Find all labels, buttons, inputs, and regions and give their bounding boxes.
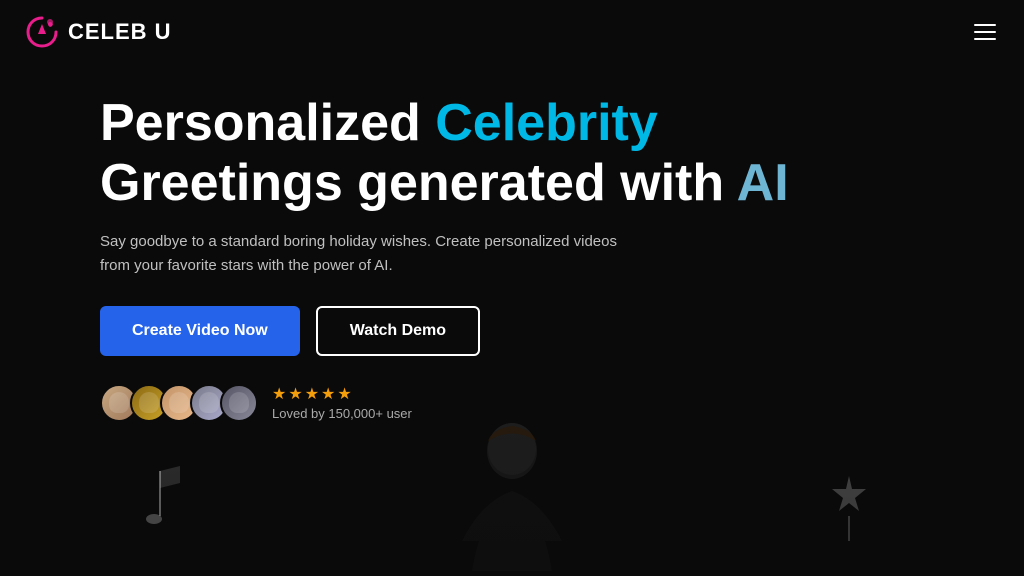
right-deco-icon	[824, 471, 874, 541]
headline-ai: AI	[737, 154, 789, 212]
avatar-5	[220, 384, 258, 422]
headline-text-1: Personalized	[100, 94, 435, 152]
bottom-decoration	[0, 416, 1024, 576]
headline-celebrity: Celebrity	[435, 94, 658, 152]
left-decoration	[130, 461, 190, 546]
logo-text: CELEB U	[68, 19, 172, 45]
hamburger-menu-button[interactable]	[970, 20, 1000, 44]
hero-headline: Personalized Celebrity Greetings generat…	[100, 94, 1024, 214]
star-5: ★	[337, 384, 351, 404]
user-avatars	[100, 384, 258, 422]
headline-line-2: Greetings generated with AI	[100, 154, 1024, 214]
watch-demo-button[interactable]: Watch Demo	[316, 306, 480, 356]
menu-line-2	[974, 31, 996, 33]
celebrity-silhouette	[402, 421, 622, 576]
person-svg	[402, 421, 622, 571]
left-deco-icon	[130, 461, 190, 541]
right-decoration	[824, 471, 874, 546]
social-proof: ★ ★ ★ ★ ★ Loved by 150,000+ user	[100, 384, 1024, 422]
star-4: ★	[321, 384, 335, 404]
menu-line-3	[974, 38, 996, 40]
menu-line-1	[974, 24, 996, 26]
logo-area[interactable]: CELEB U	[24, 14, 172, 50]
social-text: ★ ★ ★ ★ ★ Loved by 150,000+ user	[272, 384, 412, 421]
star-3: ★	[305, 384, 319, 404]
headline-line-1: Personalized Celebrity	[100, 94, 1024, 154]
button-row: Create Video Now Watch Demo	[100, 306, 1024, 356]
star-2: ★	[288, 384, 302, 404]
header: CELEB U	[0, 0, 1024, 64]
star-1: ★	[272, 384, 286, 404]
headline-text-2: Greetings generated with	[100, 154, 737, 212]
create-video-button[interactable]: Create Video Now	[100, 306, 300, 356]
loved-by-text: Loved by 150,000+ user	[272, 406, 412, 421]
logo-icon	[24, 14, 60, 50]
hero-subtext: Say goodbye to a standard boring holiday…	[100, 230, 640, 278]
star-rating: ★ ★ ★ ★ ★	[272, 384, 412, 404]
main-content: Personalized Celebrity Greetings generat…	[0, 64, 1024, 422]
